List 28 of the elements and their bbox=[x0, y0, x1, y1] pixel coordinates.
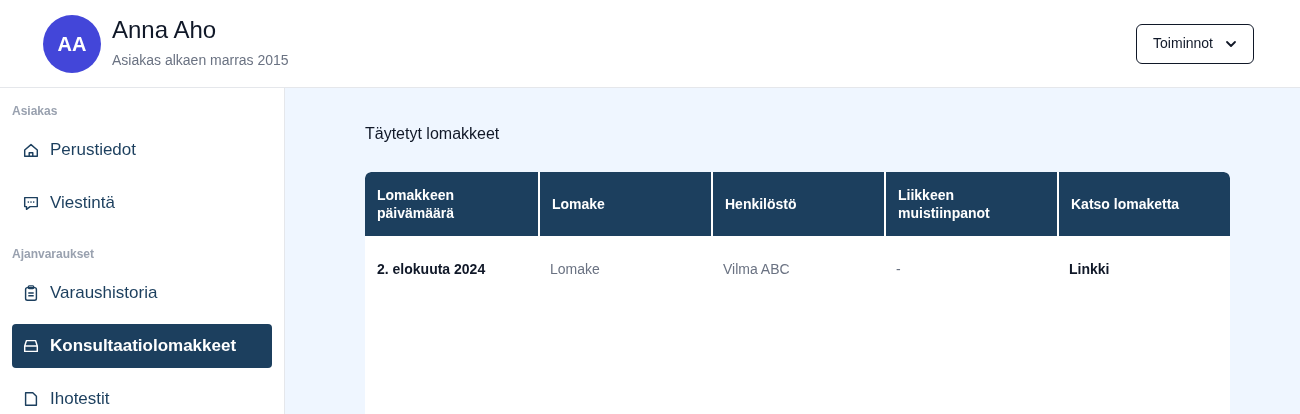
sidebar-item[interactable]: Varaushistoria bbox=[12, 271, 272, 315]
customer-name: Anna Aho bbox=[112, 16, 218, 44]
clipboard-icon bbox=[22, 284, 40, 302]
table-cell-text: Lomake bbox=[549, 259, 601, 279]
tray-icon bbox=[22, 337, 40, 355]
table-cell-text: 2. elokuuta 2024 bbox=[376, 259, 487, 279]
chevron-down-icon bbox=[1225, 39, 1237, 48]
table-cell-text: Vilma ABC bbox=[722, 259, 791, 279]
sidebar-item[interactable]: Perustiedot bbox=[12, 128, 272, 172]
actions-button[interactable]: Toiminnot bbox=[1136, 23, 1254, 64]
column-header: Katso lomaketta bbox=[1057, 172, 1230, 236]
sidebar-item[interactable]: Konsultaatiolomakkeet bbox=[12, 324, 272, 368]
section-title: Täytetyt lomakkeet bbox=[365, 124, 501, 144]
table-cell-text: - bbox=[895, 259, 902, 279]
sidebar-item[interactable]: Ihotestit bbox=[12, 377, 272, 414]
customer-since: Asiakas alkaen marras 2015 bbox=[112, 51, 289, 70]
link[interactable]: Linkki bbox=[1057, 236, 1230, 302]
home-icon bbox=[22, 141, 40, 159]
section-label: Asiakas bbox=[12, 103, 59, 120]
column-header: Liikkeen muistiinpanot bbox=[884, 172, 1057, 236]
sidebar-item[interactable]: Viestintä bbox=[12, 181, 272, 225]
avatar: AA bbox=[43, 14, 101, 73]
chat-icon bbox=[22, 194, 40, 212]
column-header: Henkilöstö bbox=[711, 172, 884, 236]
column-header: Lomake bbox=[538, 172, 711, 236]
section-label: Ajanvaraukset bbox=[12, 246, 96, 263]
document-icon bbox=[22, 390, 40, 408]
column-header: Lomakkeen päivämäärä bbox=[376, 186, 456, 223]
